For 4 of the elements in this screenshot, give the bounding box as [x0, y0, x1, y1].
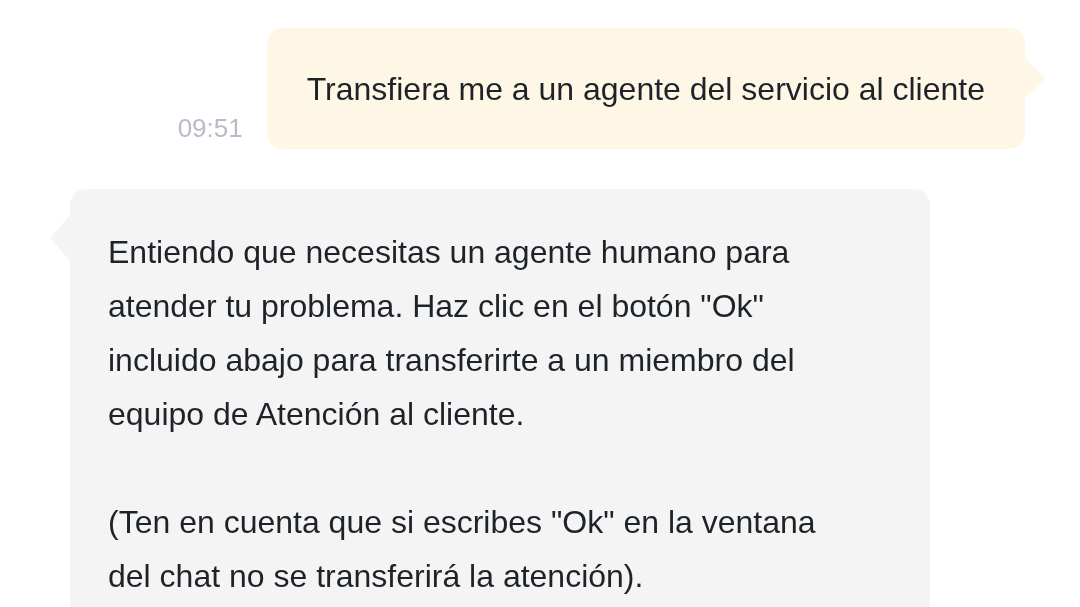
message-text: (Ten en cuenta que si escribes "Ok" en la ventana del chat no se transferirá la atención).	[108, 503, 817, 596]
message-time: 09:51	[177, 113, 243, 143]
message-text: Entiendo que necesitas un agente humano para atender tu problema. Haz clic en el botón "Ok" incluido abajo para transferirte a un miembro del equipo de Atención al cliente.	[108, 233, 796, 434]
message-text: Transfiera me a un agente del servicio al cliente	[306, 69, 985, 109]
